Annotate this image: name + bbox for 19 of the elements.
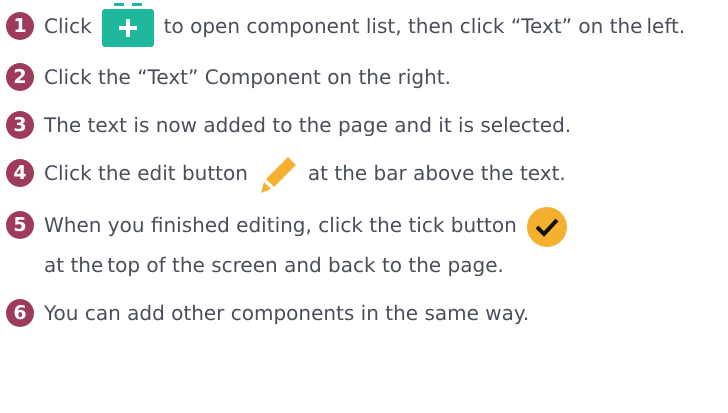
step-number: 3: [6, 110, 34, 139]
step-text: Click the edit button: [44, 161, 248, 185]
step-text: left.: [646, 14, 686, 38]
step-number: 4: [6, 158, 34, 187]
add-button-icon: [102, 0, 154, 47]
step-text: top of the screen and back to the page.: [107, 252, 504, 277]
step-text: Click the “Text” Component on the right.: [44, 64, 451, 89]
step-text: at the bar above the text.: [308, 161, 566, 185]
step-text: The text is now added to the page and it is selected.: [44, 112, 572, 137]
step-number: 2: [6, 62, 34, 91]
step-text: When you finished editing, click the tick button: [44, 213, 517, 237]
step-number: 1: [6, 12, 34, 40]
tick-icon: [526, 206, 567, 247]
step-text: Click: [44, 14, 92, 38]
step-number: 5: [6, 210, 34, 239]
step-text: You can add other components in the same way.: [44, 300, 530, 325]
step-number: 6: [6, 298, 34, 327]
step-text: at the: [44, 252, 104, 277]
step-text: to open component list, then click “Text” on the: [164, 14, 642, 38]
